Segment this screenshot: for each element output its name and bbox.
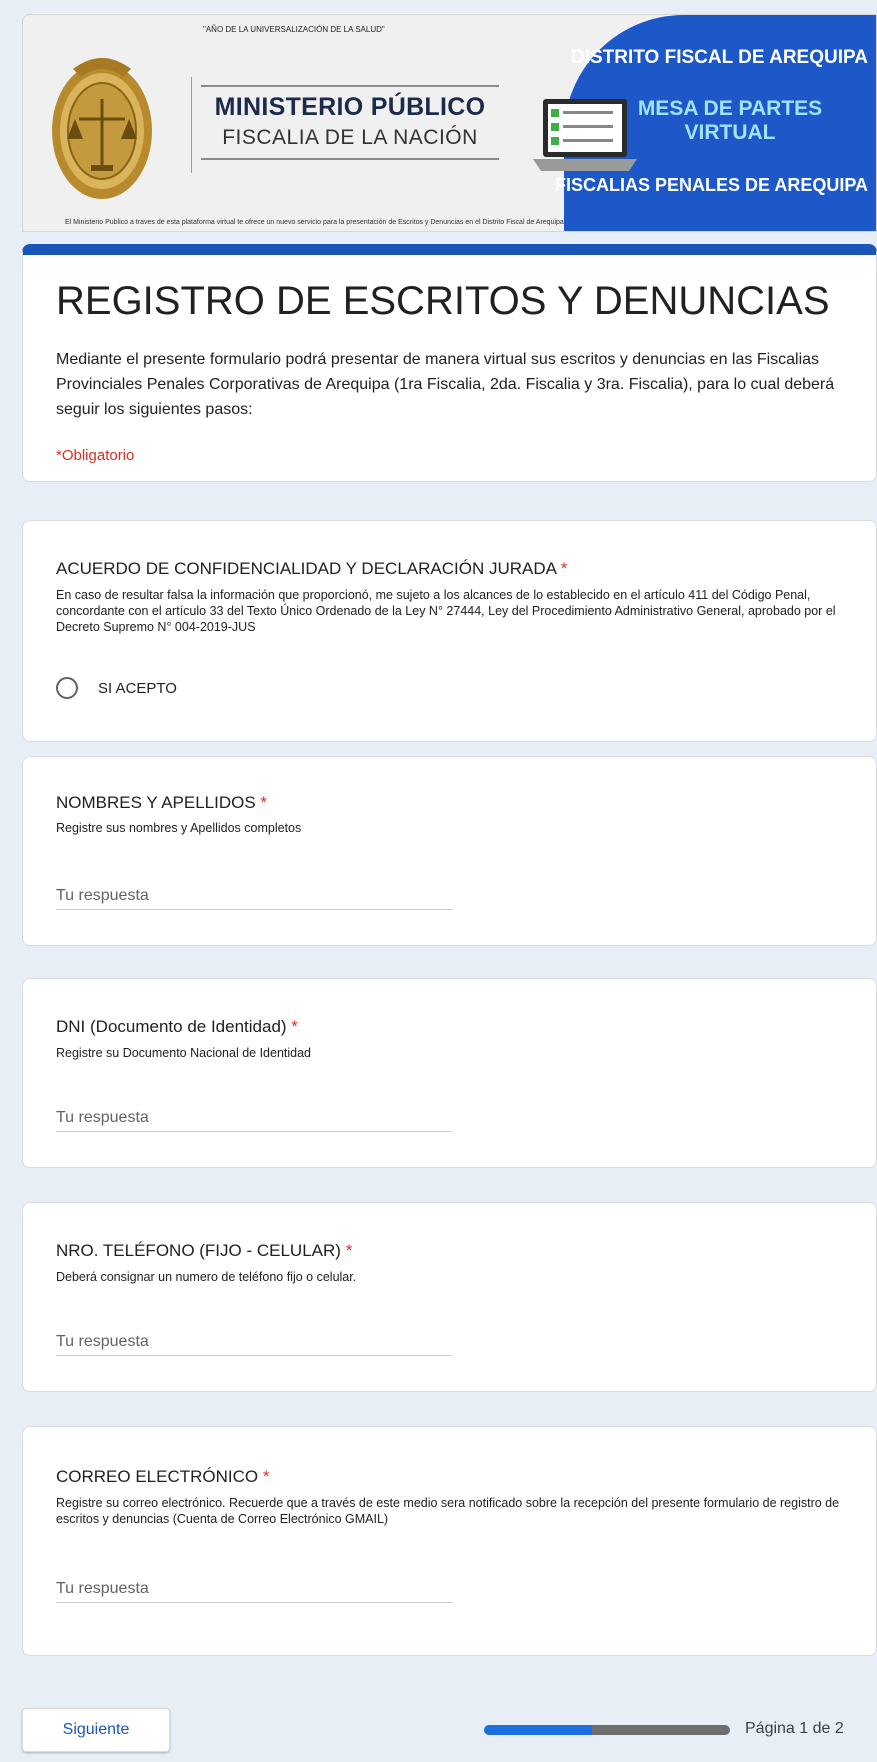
page-indicator: Página 1 de 2 <box>745 1720 844 1737</box>
banner-note: El Ministerio Publico a traves de esta p… <box>65 219 566 226</box>
brand-subtitle: FISCALIA DE LA NACIÓN <box>222 126 478 149</box>
question-help: Registre su correo electrónico. Recuerde… <box>56 1496 840 1526</box>
laptop-checklist-icon <box>533 99 637 171</box>
question-dni: DNI (Documento de Identidad) * Registre … <box>22 978 877 1168</box>
required-asterisk: * <box>291 1017 298 1036</box>
ministry-seal-icon <box>52 58 152 199</box>
ministry-brand: MINISTERIO PÚBLICO FISCALIA DE LA NACIÓN <box>201 85 499 160</box>
question-title: NRO. TELÉFONO (FIJO - CELULAR) * <box>56 1241 352 1261</box>
question-help: Registre su Documento Nacional de Identi… <box>56 1046 312 1060</box>
form-header-card: REGISTRO DE ESCRITOS Y DENUNCIAS Mediant… <box>22 244 877 482</box>
next-button[interactable]: Siguiente <box>22 1708 170 1752</box>
question-title-text: NRO. TELÉFONO (FIJO - CELULAR) <box>56 1241 341 1260</box>
radio-label: SI ACEPTO <box>98 679 177 697</box>
required-asterisk: * <box>345 1241 353 1260</box>
question-title: ACUERDO DE CONFIDENCIALIDAD Y DECLARACIÓ… <box>56 559 567 579</box>
year-motto: "AÑO DE LA UNIVERSALIZACIÓN DE LA SALUD" <box>203 25 385 34</box>
question-title: CORREO ELECTRÓNICO * <box>56 1467 270 1487</box>
question-confidentiality: ACUERDO DE CONFIDENCIALIDAD Y DECLARACIÓ… <box>22 520 877 742</box>
form-page: "AÑO DE LA UNIVERSALIZACIÓN DE LA SALUD"… <box>22 14 877 1752</box>
form-title: REGISTRO DE ESCRITOS Y DENUNCIAS <box>56 279 830 323</box>
radio-button[interactable] <box>56 677 78 699</box>
question-title-text: NOMBRES Y APELLIDOS <box>56 793 256 812</box>
brand-divider <box>191 77 192 173</box>
radio-option-si-acepto[interactable]: SI ACEPTO <box>56 677 177 699</box>
telefono-input[interactable] <box>56 1328 452 1356</box>
required-asterisk: * <box>260 793 268 812</box>
correo-input[interactable] <box>56 1575 452 1603</box>
form-description: Mediante el presente formulario podrá pr… <box>56 351 835 418</box>
mesa-line-1: MESA DE PARTES <box>637 97 823 120</box>
header-banner: "AÑO DE LA UNIVERSALIZACIÓN DE LA SALUD"… <box>22 14 877 232</box>
question-nombres: NOMBRES Y APELLIDOS * Registre sus nombr… <box>22 756 877 946</box>
mesa-line-2: VIRTUAL <box>684 121 776 144</box>
question-help: En caso de resultar falsa la información… <box>56 588 836 634</box>
question-title: DNI (Documento de Identidad) * <box>56 1017 298 1037</box>
question-telefono: NRO. TELÉFONO (FIJO - CELULAR) * Deberá … <box>22 1202 877 1392</box>
question-title-text: CORREO ELECTRÓNICO <box>56 1467 259 1486</box>
question-title: NOMBRES Y APELLIDOS * <box>56 793 267 813</box>
required-asterisk: * <box>262 1467 270 1486</box>
progress-bar <box>484 1725 730 1735</box>
question-help: Deberá consignar un numero de teléfono f… <box>56 1270 357 1284</box>
question-title-text: ACUERDO DE CONFIDENCIALIDAD Y DECLARACIÓ… <box>56 559 557 578</box>
question-help: Registre sus nombres y Apellidos complet… <box>56 821 302 835</box>
fiscalias-label: FISCALIAS PENALES DE AREQUIPA <box>554 175 868 195</box>
question-correo: CORREO ELECTRÓNICO * Registre su correo … <box>22 1426 877 1656</box>
question-title-text: DNI (Documento de Identidad) <box>56 1017 287 1036</box>
brand-title: MINISTERIO PÚBLICO <box>214 93 486 121</box>
dni-input[interactable] <box>56 1104 452 1132</box>
district-name: DISTRITO FISCAL DE AREQUIPA <box>571 47 868 68</box>
required-note: *Obligatorio <box>56 447 135 464</box>
nombres-input[interactable] <box>56 882 452 910</box>
required-asterisk: * <box>560 559 568 578</box>
progress-fill <box>484 1725 593 1735</box>
mesa-de-partes-title: MESA DE PARTES VIRTUAL <box>630 97 830 145</box>
